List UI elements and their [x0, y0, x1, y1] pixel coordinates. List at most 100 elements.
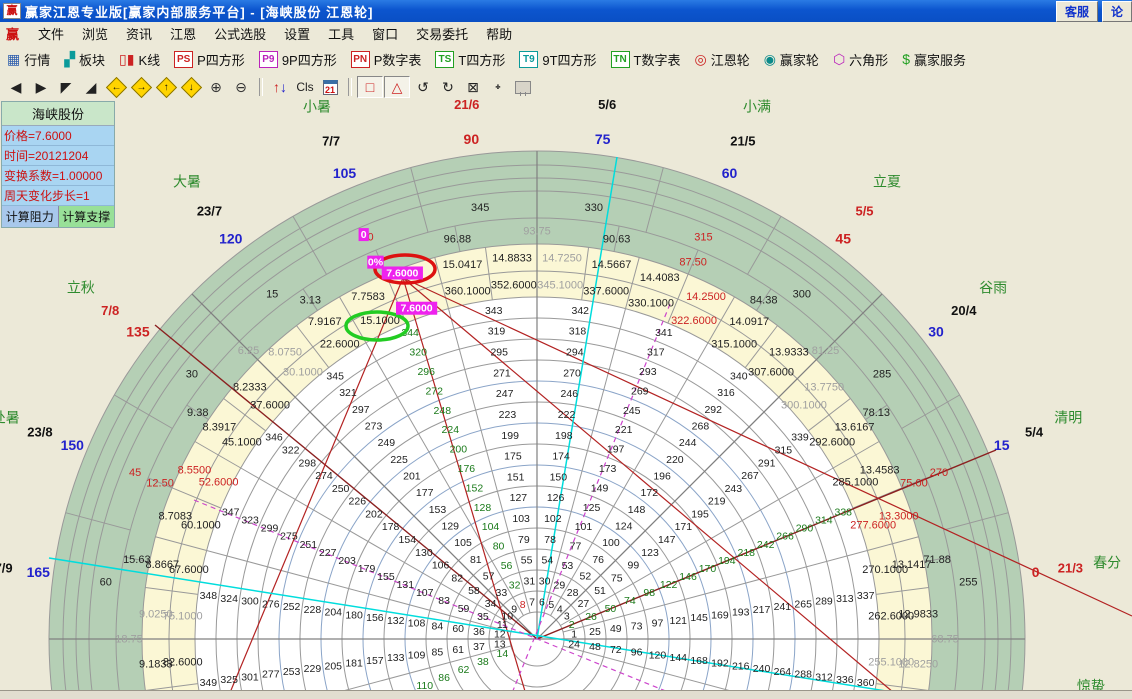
toolbar-button-板块[interactable]: ▞板块 [57, 50, 112, 69]
spiral-value: 30.1000 [283, 367, 323, 379]
solar-term-label: 小满 [743, 99, 771, 114]
zoom-out-button[interactable]: ⊖ [229, 77, 253, 97]
ring-number: 60 [452, 623, 464, 635]
menu-item-文件[interactable]: 文件 [29, 22, 73, 45]
toolbar-separator [348, 78, 352, 96]
hexagon-icon: ⬡ [833, 52, 845, 67]
toolbar-button-9T四方形[interactable]: T99T四方形 [512, 50, 603, 69]
menu-item-工具[interactable]: 工具 [319, 22, 363, 45]
ring-number: 315 [775, 444, 793, 456]
menu-item-窗口[interactable]: 窗口 [363, 22, 407, 45]
ring-number: 6 [539, 596, 545, 608]
center-arrows-button[interactable]: ᛭ [486, 77, 510, 97]
toolbar-button-T数字表[interactable]: TNT数字表 [604, 50, 688, 69]
ring-number: 276 [262, 598, 280, 610]
ring-number: 196 [653, 470, 671, 482]
shift-up-button-icon: ↑ [155, 76, 176, 97]
ring-number: 316 [717, 387, 735, 399]
calc-resistance-button[interactable]: 计算阻力 [2, 206, 59, 227]
toolbar-button-行情[interactable]: ▦行情 [0, 50, 57, 69]
ring-number: 293 [639, 366, 657, 378]
toolbar-button-赢家服务[interactable]: $赢家服务 [895, 50, 973, 69]
ring-number: 224 [442, 424, 460, 436]
toolbar-button-六角形[interactable]: ⬡六角形 [826, 50, 895, 69]
spiral-value: 22.6000 [320, 338, 360, 350]
shift-down-button[interactable]: ↓ [179, 77, 203, 97]
cls-button[interactable]: Cls [293, 77, 317, 97]
ring-number: 179 [358, 563, 376, 575]
toolbar-label: 赢家轮 [780, 50, 819, 69]
ring-number: 200 [450, 444, 468, 456]
info-row-1: 时间=20121204 [2, 146, 114, 166]
price-value: 14.0917 [729, 316, 769, 328]
toolbar-button-P数字表[interactable]: PNP数字表 [344, 50, 429, 69]
toolbar-button-9P四方形[interactable]: P99P四方形 [252, 50, 344, 69]
ring-number: 223 [499, 409, 517, 421]
rim-angle-number: 75 [595, 131, 611, 147]
calc-support-button[interactable]: 计算支撑 [59, 206, 115, 227]
ring-number: 228 [304, 604, 322, 616]
degree-value: 300 [793, 288, 811, 300]
service-button[interactable]: 客服 [1056, 1, 1098, 22]
shift-left-button[interactable]: ← [104, 77, 128, 97]
updown-button[interactable]: ↑↓ [268, 77, 292, 97]
spiral-value: 285.1000 [832, 476, 878, 488]
shift-up-button[interactable]: ↑ [154, 77, 178, 97]
rotate-cw-button[interactable]: ↻ [436, 77, 460, 97]
ring-number: 100 [602, 537, 620, 549]
ring-number: 97 [652, 618, 664, 630]
ring-number: 245 [623, 405, 641, 417]
square-tool-button[interactable]: □ [357, 76, 383, 98]
ring-number: 121 [670, 615, 688, 627]
ring-number: 288 [794, 669, 812, 681]
rotate-ccw-button[interactable]: ↺ [411, 77, 435, 97]
ring-number: 129 [441, 520, 459, 532]
menu-item-浏览[interactable]: 浏览 [73, 22, 117, 45]
rim-date-label: 7/9 [0, 560, 13, 575]
shift-down-button-icon: ↓ [180, 76, 201, 97]
ring-number: 193 [732, 607, 750, 619]
rotate-back-button[interactable]: ◤ [54, 77, 78, 97]
triangle-tool-button[interactable]: △ [384, 76, 410, 98]
price-value: 8.5500 [178, 465, 212, 477]
t9-icon: T9 [519, 51, 538, 68]
toolbar-button-T四方形[interactable]: TST四方形 [428, 50, 512, 69]
toolbar-button-赢家轮[interactable]: ◉赢家轮 [757, 50, 826, 69]
projector-button[interactable] [511, 77, 535, 97]
menu-item-公式选股[interactable]: 公式选股 [205, 22, 275, 45]
toolbar-button-K线[interactable]: ▯▮K线 [112, 50, 167, 69]
menu-item-资讯[interactable]: 资讯 [117, 22, 161, 45]
next-button[interactable]: ▶ [29, 77, 53, 97]
menu-item-交易委托[interactable]: 交易委托 [407, 22, 477, 45]
gann-wheel-chart[interactable]: 2412345678910111213144825262728293031323… [0, 99, 1132, 698]
zoom-in-button[interactable]: ⊕ [204, 77, 228, 97]
ring-number: 244 [679, 437, 697, 449]
ring-number: 317 [647, 347, 665, 359]
ring-number: 271 [493, 367, 511, 379]
menu-item-帮助[interactable]: 帮助 [477, 22, 521, 45]
ring-number: 106 [432, 560, 450, 572]
toolbar-button-P四方形[interactable]: PSP四方形 [167, 50, 252, 69]
price-value: 15.0417 [443, 259, 483, 271]
ring-number: 338 [835, 507, 853, 519]
main-toolbar: ▦行情▞板块▯▮K线PSP四方形P99P四方形PNP数字表TST四方形T99T四… [0, 44, 1132, 76]
menu-item-江恩[interactable]: 江恩 [161, 22, 205, 45]
ring-number: 251 [300, 539, 318, 551]
shift-right-button[interactable]: → [129, 77, 153, 97]
rotate-fwd-button[interactable]: ◢ [79, 77, 103, 97]
rim-angle-number: 120 [219, 230, 243, 246]
price-value: 13.4583 [860, 465, 900, 477]
rim-date-label: 7/7 [322, 133, 340, 148]
ring-number: 153 [429, 504, 447, 516]
calendar-button[interactable]: 21 [318, 77, 342, 97]
ring-number: 132 [387, 615, 405, 627]
ring-number: 124 [615, 520, 633, 532]
prev-button[interactable]: ◀ [4, 77, 28, 97]
menu-item-设置[interactable]: 设置 [275, 22, 319, 45]
menu-logo-icon: 赢 [6, 24, 19, 43]
rim-date-label: 23/8 [27, 425, 52, 440]
ring-number: 147 [658, 534, 676, 546]
forum-button[interactable]: 论 [1102, 1, 1132, 22]
toolbar-button-江恩轮[interactable]: ◎江恩轮 [687, 50, 756, 69]
box-x-button[interactable]: ⊠ [461, 77, 485, 97]
